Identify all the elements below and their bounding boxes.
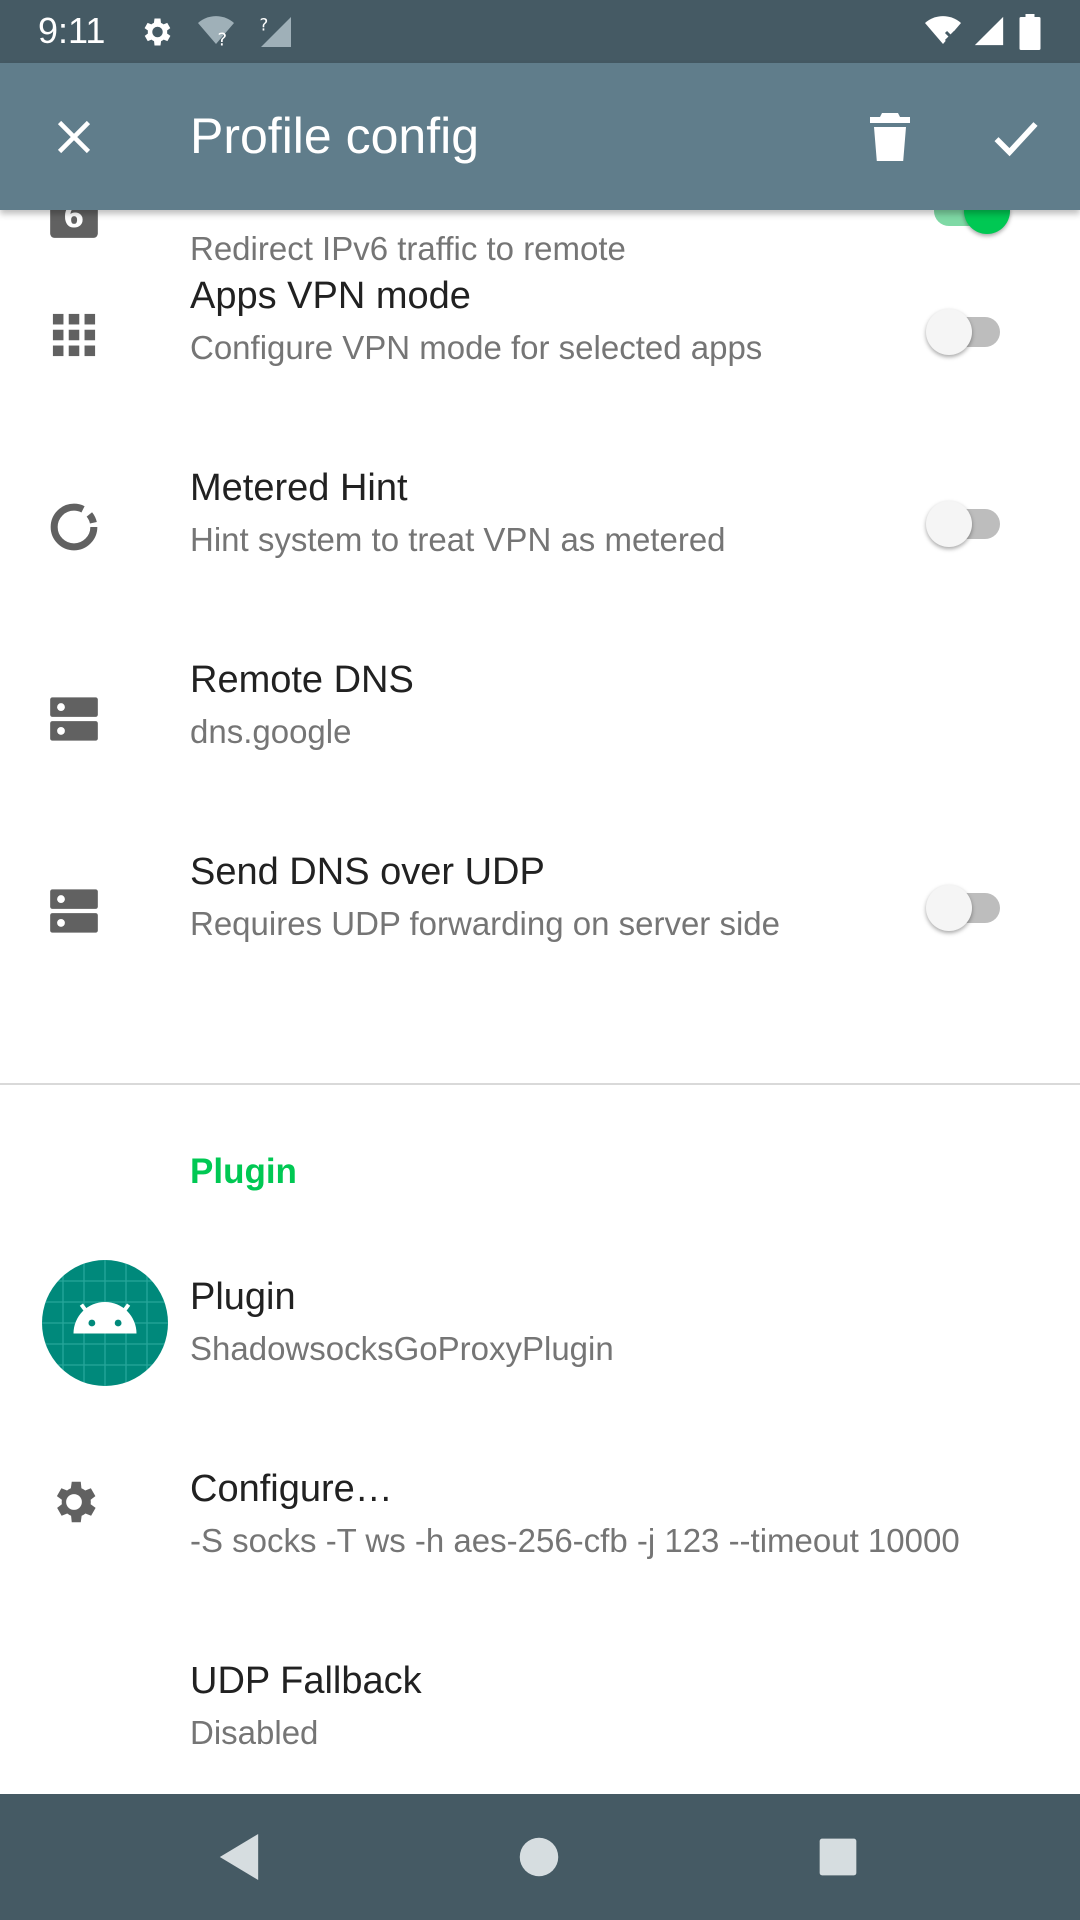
battery-icon: [1018, 14, 1042, 55]
recents-button[interactable]: [805, 1824, 871, 1890]
close-icon: [57, 120, 91, 154]
close-button[interactable]: [36, 99, 112, 175]
row-title: Apps VPN mode: [190, 275, 471, 317]
home-button[interactable]: [506, 1824, 572, 1890]
row-title: Send DNS over UDP: [190, 851, 545, 893]
row-title: Configure…: [190, 1468, 393, 1510]
metered-hint-row[interactable]: Metered Hint Hint system to treat VPN as…: [0, 457, 1080, 617]
row-subtitle: dns.google: [190, 713, 352, 750]
apps-vpn-mode-row[interactable]: Apps VPN mode Configure VPN mode for sel…: [0, 265, 1080, 425]
send-dns-over-udp-row[interactable]: Send DNS over UDP Requires UDP forwardin…: [0, 841, 1080, 1001]
row-title: Plugin: [190, 1276, 296, 1318]
row-subtitle: -S socks -T ws -h aes-256-cfb -j 123 --t…: [190, 1522, 960, 1559]
dns-server-icon: [40, 877, 108, 945]
signal-question-icon: ?: [258, 14, 294, 55]
page-title: Profile config: [190, 108, 480, 164]
save-button[interactable]: [978, 99, 1054, 175]
data-usage-icon: [40, 493, 108, 561]
send-dns-over-udp-switch[interactable]: [926, 877, 1010, 937]
row-title: Metered Hint: [190, 467, 408, 509]
row-title: Remote DNS: [190, 659, 414, 701]
back-button[interactable]: [206, 1824, 272, 1890]
section-header-plugin: Plugin: [190, 1152, 297, 1191]
delete-icon: [870, 113, 910, 161]
row-subtitle: Hint system to treat VPN as metered: [190, 521, 726, 558]
ipv6-route-switch[interactable]: [926, 210, 1010, 240]
row-title: UDP Fallback: [190, 1660, 422, 1702]
svg-text:?: ?: [260, 16, 269, 35]
cell-signal-icon: [972, 14, 1006, 53]
android-app-icon: [42, 1260, 168, 1386]
row-subtitle: Disabled: [190, 1714, 319, 1751]
ipv6-icon: 6: [40, 210, 108, 248]
section-divider: [0, 1083, 1080, 1085]
apps-vpn-mode-switch[interactable]: [926, 301, 1010, 361]
apps-grid-icon: [40, 301, 108, 369]
row-subtitle: Redirect IPv6 traffic to remote: [190, 230, 626, 267]
settings-icon: [138, 14, 174, 55]
app-bar: Profile config: [0, 63, 1080, 210]
row-subtitle: ShadowsocksGoProxyPlugin: [190, 1330, 614, 1367]
preference-list[interactable]: 6 Redirect IPv6 traffic to remote Apps V…: [0, 210, 1080, 1794]
row-subtitle: Configure VPN mode for selected apps: [190, 329, 763, 366]
back-icon: [219, 1834, 259, 1880]
row-subtitle: Requires UDP forwarding on server side: [190, 905, 780, 942]
home-icon: [519, 1837, 559, 1877]
remote-dns-row[interactable]: Remote DNS dns.google: [0, 649, 1080, 809]
recents-icon: [819, 1838, 857, 1876]
status-time: 9:11: [38, 10, 106, 51]
metered-hint-switch[interactable]: [926, 493, 1010, 553]
navigation-bar: [0, 1794, 1080, 1920]
svg-text:6: 6: [63, 210, 84, 235]
udp-fallback-row[interactable]: UDP Fallback Disabled: [0, 1604, 1080, 1764]
svg-text:?: ?: [218, 30, 228, 51]
wifi-question-icon: ?: [196, 14, 236, 55]
status-bar: 9:11 ? ?: [0, 0, 1080, 63]
plugin-row[interactable]: Plugin ShadowsocksGoProxyPlugin: [0, 1220, 1080, 1386]
delete-button[interactable]: [852, 99, 928, 175]
wifi-x-icon: [922, 14, 964, 55]
check-icon: [994, 122, 1038, 157]
dns-server-icon: [40, 685, 108, 753]
gear-icon: [40, 1468, 108, 1536]
configure-plugin-row[interactable]: Configure… -S socks -T ws -h aes-256-cfb…: [0, 1412, 1080, 1572]
